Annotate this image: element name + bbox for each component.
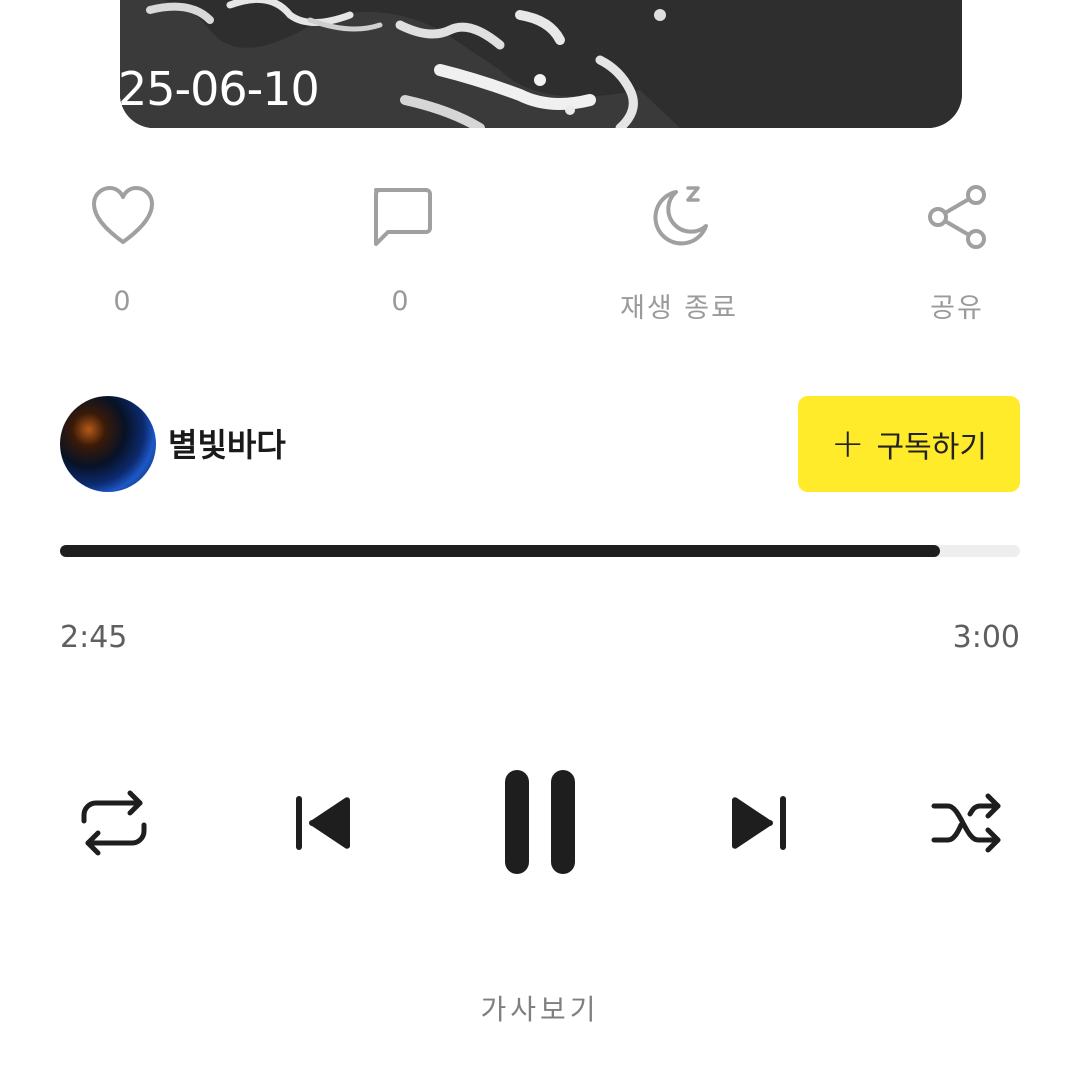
- channel-name[interactable]: 별빛바다: [168, 420, 286, 466]
- comment-count: 0: [391, 286, 411, 317]
- previous-track-icon: [296, 796, 350, 850]
- progress-fill: [60, 545, 941, 557]
- like-button[interactable]: 0: [53, 182, 193, 317]
- repeat-icon: [81, 790, 147, 856]
- channel-avatar[interactable]: [60, 396, 156, 492]
- sleep-timer-label: 재생 종료: [620, 293, 738, 324]
- comment-button[interactable]: 0: [331, 182, 471, 317]
- repeat-button[interactable]: [78, 785, 150, 861]
- previous-track-button[interactable]: [294, 792, 356, 854]
- next-track-icon: [732, 796, 786, 850]
- share-button[interactable]: 공유: [887, 182, 1027, 325]
- heart-icon: [92, 186, 154, 244]
- subscribe-button[interactable]: + 구독하기: [798, 396, 1020, 492]
- pause-button[interactable]: [503, 768, 577, 876]
- share-icon: [928, 185, 986, 249]
- sleep-timer-button[interactable]: 재생 종료: [609, 182, 749, 325]
- current-time: 2:45: [60, 620, 128, 655]
- progress-bar[interactable]: [60, 545, 1020, 557]
- share-label: 공유: [930, 293, 984, 324]
- shuffle-icon: [931, 793, 1001, 853]
- player-screen: 25-06-10 0 0 재생 종료 공유 별빛바다 + 구독하기 2:45 3…: [0, 0, 1080, 1080]
- cover-date: 25-06-10: [118, 62, 320, 116]
- moon-sleep-icon: [653, 186, 708, 246]
- like-count: 0: [113, 286, 133, 317]
- next-track-button[interactable]: [726, 792, 788, 854]
- comment-icon: [374, 188, 432, 246]
- pause-icon: [505, 770, 575, 874]
- lyrics-link[interactable]: 가사보기: [0, 988, 1080, 1028]
- subscribe-label: 구독하기: [876, 430, 987, 465]
- shuffle-button[interactable]: [930, 792, 1004, 854]
- plus-icon: +: [831, 421, 865, 467]
- total-time: 3:00: [952, 620, 1020, 655]
